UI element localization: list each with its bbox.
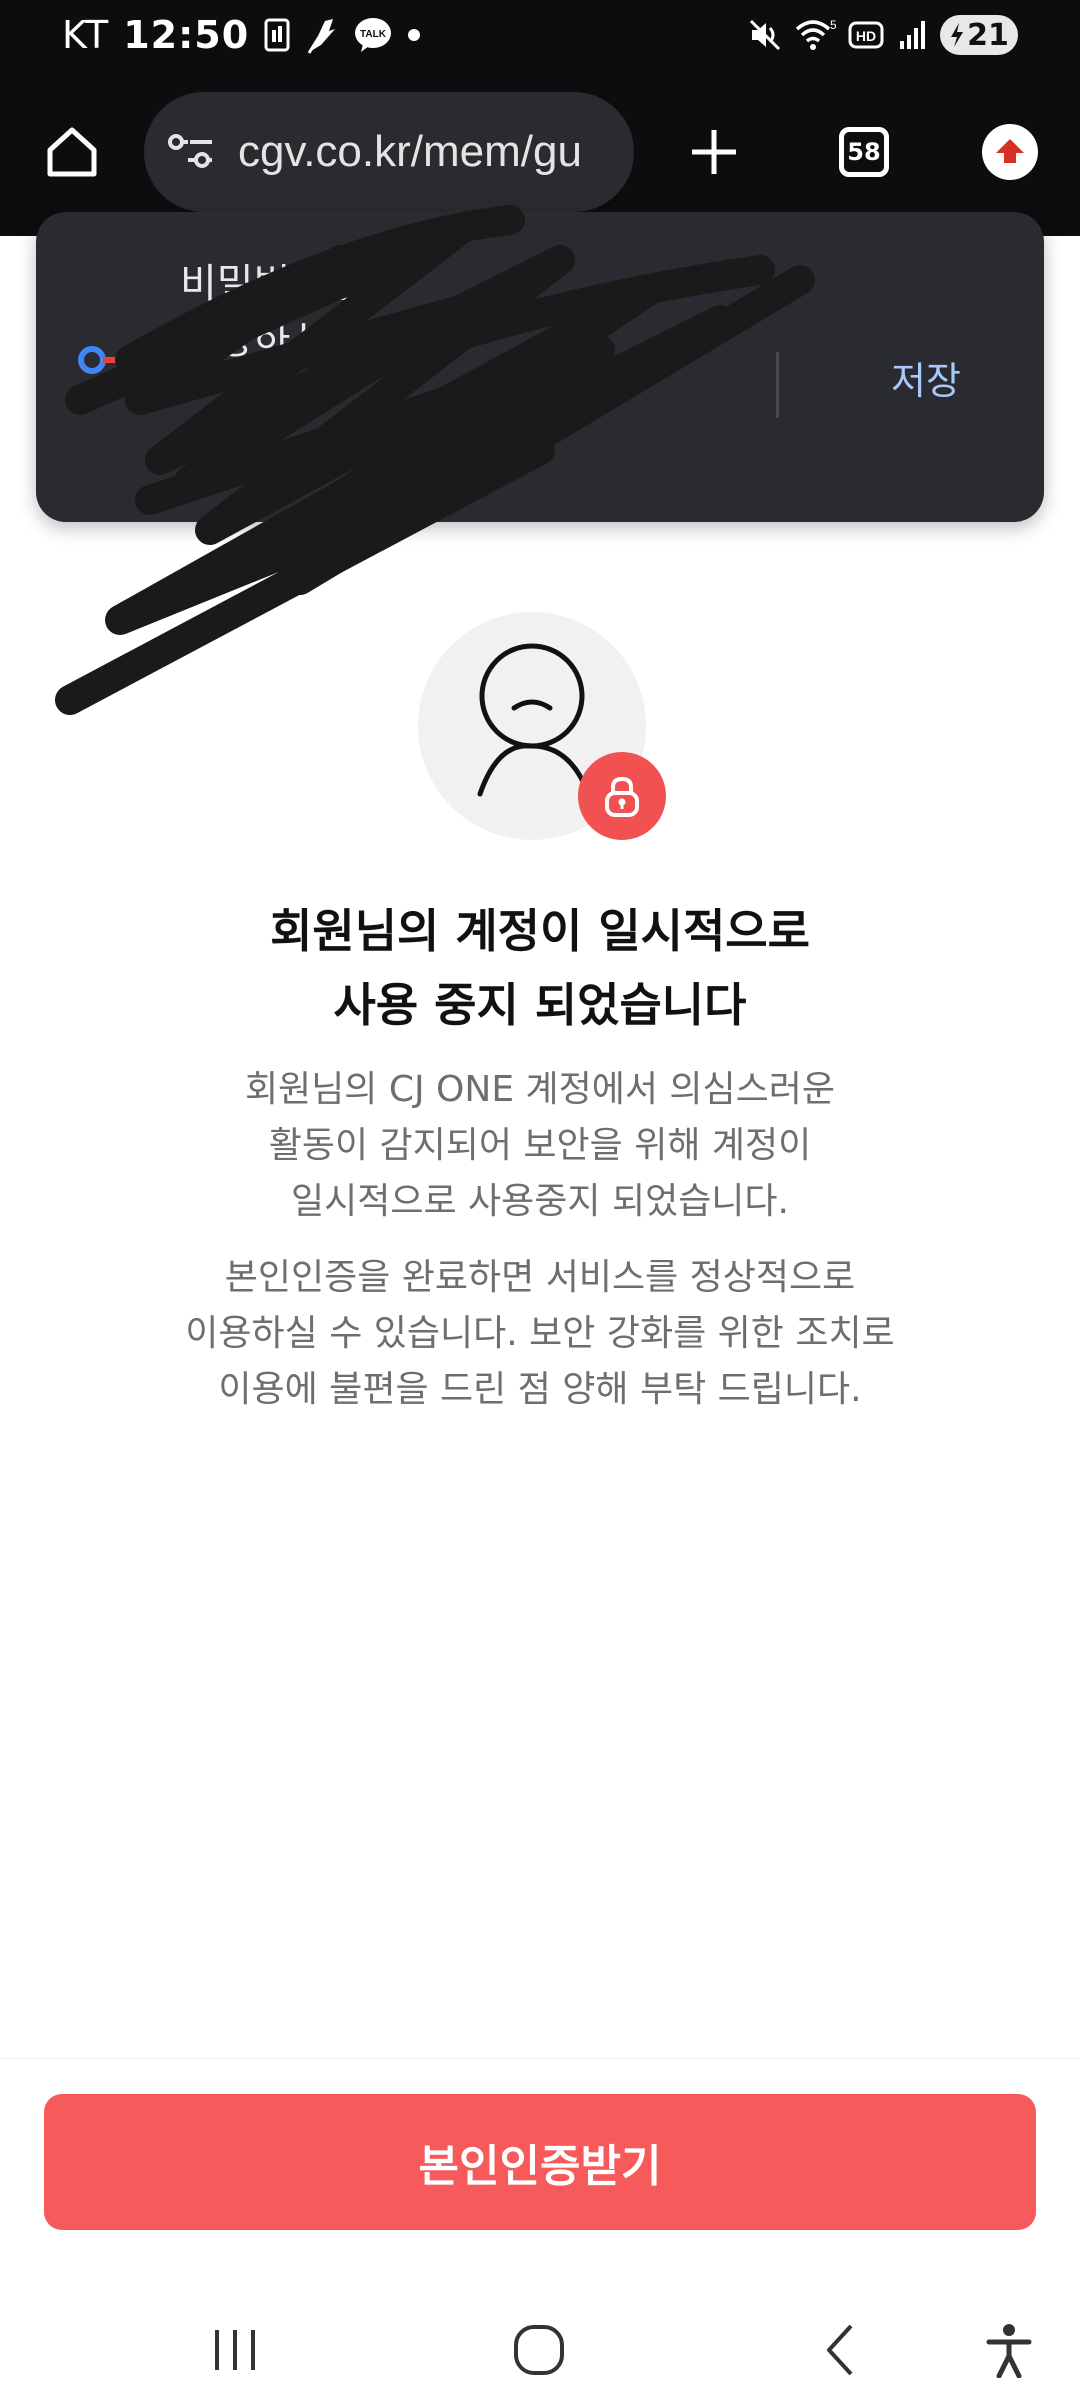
battery-indicator: 21	[940, 15, 1018, 55]
suspension-description-line2: 활동이 감지되어 보안을 위해 계정이	[268, 1125, 812, 1166]
accessibility-button[interactable]	[964, 2310, 1054, 2390]
password-key-icon	[76, 342, 144, 382]
page-title-line1: 회원님의 계정이 일시적으로	[270, 904, 810, 958]
verification-description-line1: 본인인증을 완료하면 서비스를 정상적으로	[224, 1257, 856, 1298]
battery-charging-icon	[951, 23, 964, 47]
accessibility-icon	[986, 2324, 1032, 2378]
new-tab-button[interactable]	[676, 114, 752, 190]
address-bar[interactable]: cgv.co.kr/mem/gu	[144, 92, 634, 212]
battery-level: 21	[967, 17, 1009, 53]
popup-title-line1: 비밀번호를	[180, 261, 364, 307]
identity-verification-button[interactable]: 본인인증받기	[44, 2094, 1036, 2230]
verification-description: 본인인증을 완료하면 서비스를 정상적으로 이용하실 수 있습니다. 보안 강화…	[0, 1250, 1080, 1418]
system-home-button[interactable]	[494, 2310, 584, 2390]
popup-title: 비밀번호를 저장하시	[180, 256, 740, 368]
tab-count: 58	[839, 127, 889, 177]
browser-menu-button[interactable]	[972, 114, 1048, 190]
mute-icon	[748, 18, 782, 52]
suspension-description: 회원님의 CJ ONE 계정에서 의심스러운 활동이 감지되어 보안을 위해 계…	[0, 1062, 1080, 1230]
hd-icon: HD	[848, 19, 886, 51]
page-title-line2: 사용 중지 되었습니다	[333, 978, 747, 1032]
carrier-label: KT	[62, 13, 110, 57]
update-available-icon	[982, 124, 1038, 180]
site-settings-icon	[168, 134, 212, 168]
verification-description-line2: 이용하실 수 있습니다. 보안 강화를 위한 조치로	[185, 1313, 895, 1354]
url-text: cgv.co.kr/mem/gu	[238, 127, 582, 176]
suspended-account-illustration	[418, 612, 666, 840]
recents-button[interactable]	[190, 2310, 280, 2390]
system-navigation-bar	[0, 2290, 1080, 2408]
verification-description-line3: 이용에 불편을 드린 점 양해 부탁 드립니다.	[218, 1369, 862, 1410]
wifi-icon: 5	[794, 17, 836, 53]
status-bar: KT 12:50 TALK 5 HD 21	[0, 0, 1080, 70]
page-title: 회원님의 계정이 일시적으로 사용 중지 되었습니다	[0, 894, 1080, 1042]
home-icon	[514, 2325, 564, 2375]
hd-label: HD	[856, 28, 876, 44]
popup-divider	[776, 352, 779, 418]
back-icon	[827, 2324, 853, 2376]
talk-icon-label: TALK	[360, 29, 387, 40]
sim-card-icon	[263, 18, 291, 52]
plus-icon	[692, 130, 736, 174]
back-button[interactable]	[796, 2310, 886, 2390]
status-bar-right: 5 HD 21	[748, 12, 1018, 58]
talk-icon: TALK	[353, 16, 393, 54]
status-bar-left: KT 12:50 TALK	[62, 10, 421, 60]
wifi-band-label: 5	[830, 18, 836, 32]
popup-title-line2: 저장하시	[180, 317, 328, 363]
dot-icon	[407, 28, 421, 42]
home-icon	[47, 127, 97, 177]
recents-icon	[215, 2330, 255, 2370]
clock: 12:50	[123, 13, 250, 57]
browser-home-button[interactable]	[34, 114, 110, 190]
signal-icon	[898, 19, 928, 51]
lock-badge	[578, 752, 666, 840]
tab-switcher-button[interactable]: 58	[824, 114, 904, 190]
lock-icon	[605, 776, 639, 817]
save-password-button[interactable]: 저장	[856, 332, 996, 422]
suspension-description-line3: 일시적으로 사용중지 되었습니다.	[290, 1181, 789, 1222]
password-save-popup: 비밀번호를 저장하시 저장	[36, 212, 1044, 522]
feather-app-icon	[305, 15, 339, 55]
suspension-description-line1: 회원님의 CJ ONE 계정에서 의심스러운	[244, 1069, 836, 1110]
